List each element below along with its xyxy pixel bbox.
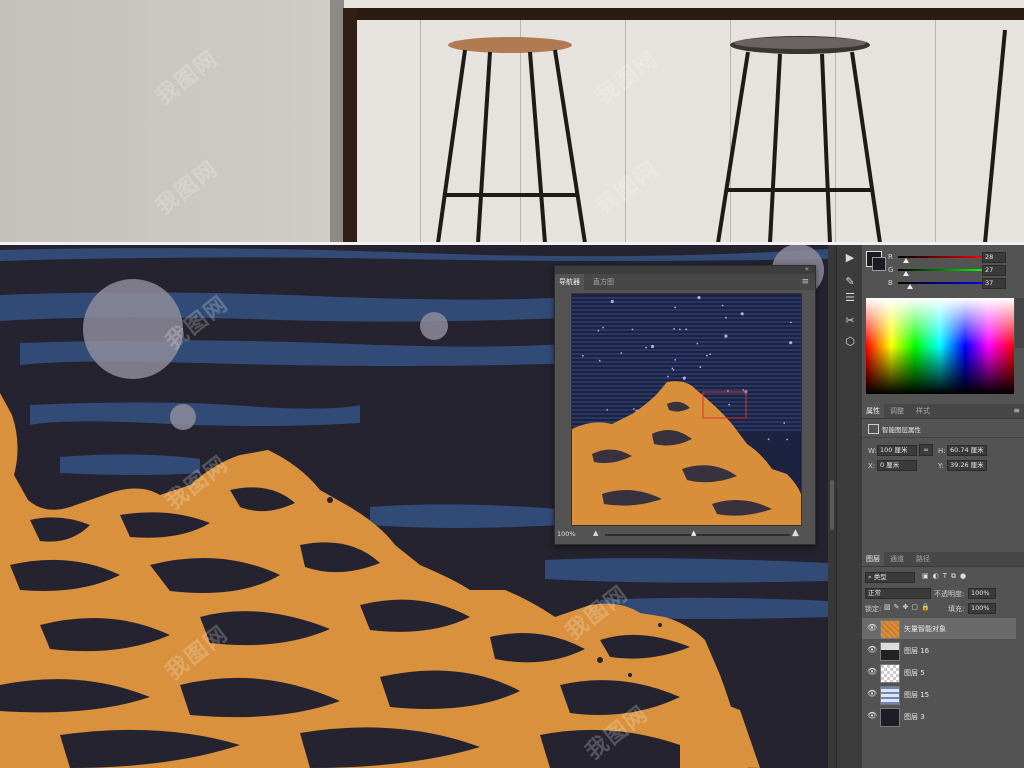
eye-icon[interactable]: 👁 [867,623,877,632]
navigator-footer: 100% ▲ ▲ ▲ [555,528,815,544]
layer-name[interactable]: 图层 16 [904,646,929,656]
navigator-thumbnail [572,294,801,525]
color-panel-scrollbar[interactable] [1015,298,1024,348]
layer-name[interactable]: 图层 5 [904,668,925,678]
layers-list: 👁 矢量智能对象 👁 图层 16 👁 图层 5 👁 图层 15 👁 图层 3 [862,618,1016,768]
layer-row[interactable]: 👁 图层 16 [862,640,1016,661]
layer-row[interactable]: 👁 图层 5 [862,662,1016,683]
w-field[interactable]: 100 厘米 [877,445,917,456]
eye-icon[interactable]: 👁 [867,667,877,676]
h-field[interactable]: 60.74 厘米 [947,445,987,456]
g-slider[interactable] [898,269,984,271]
cube-icon[interactable]: ⬡ [841,333,859,351]
tab-paths[interactable]: 路径 [912,552,934,566]
y-field[interactable]: 39.26 厘米 [947,460,987,471]
lock-label: 锁定: [865,605,882,613]
layer-filter-icons[interactable]: ▣◐T⧉● [922,572,1012,582]
layer-name[interactable]: 矢量智能对象 [904,624,946,634]
layer-thumbnail [880,708,900,727]
color-spectrum[interactable] [866,298,1014,394]
preview-photo: 我图网 我图网 我图网 我图网 [0,0,1024,243]
tab-styles[interactable]: 样式 [912,404,934,418]
eye-icon[interactable]: 👁 [867,711,877,720]
tab-navigator[interactable]: 导航器 [555,274,584,290]
zoom-out-icon[interactable]: ▲ [593,529,598,537]
layer-thumbnail [880,686,900,705]
fill-field[interactable]: 100% [968,603,996,614]
zoom-in-icon[interactable]: ▲ [792,528,799,538]
properties-title: 智能图层属性 [882,426,921,434]
background-color-swatch[interactable] [872,257,886,271]
right-panel: R 28 G 27 B 37 属性 调整 样式 ≡ 智能图层属性 W: 100 … [862,245,1024,768]
navigator-tabs: 导航器 直方图 ≡ [555,274,815,290]
play-icon[interactable]: ▶ [841,249,859,267]
layer-thumbnail [880,620,900,639]
layer-row[interactable]: 👁 图层 3 [862,706,1016,727]
opacity-field[interactable]: 100% [968,588,996,599]
tab-histogram[interactable]: 直方图 [589,274,618,290]
menu-icon[interactable]: ≡ [801,277,809,287]
navigator-panel: « 导航器 直方图 ≡ 100% ▲ ▲ ▲ [554,265,816,545]
g-label: G [888,266,894,274]
layers-tabs: 图层 通道 路径 [862,552,1024,567]
r-value-field[interactable]: 28 [982,252,1006,263]
menu-icon[interactable]: ≡ [1013,406,1020,415]
layer-row[interactable]: 👁 图层 15 [862,684,1016,705]
lock-icons[interactable]: ▨✎✥▢🔒 [884,603,933,611]
g-slider-thumb[interactable] [903,271,909,276]
tab-properties[interactable]: 属性 [862,404,884,418]
smart-object-icon [868,424,879,434]
x-label: X: [868,462,876,470]
layer-row[interactable]: 👁 矢量智能对象 [862,618,1016,639]
b-slider-thumb[interactable] [907,284,913,289]
search-icon: ⌕ [868,573,872,581]
opacity-label: 不透明度: [934,590,965,598]
photo-stools [436,29,1007,243]
layer-filter-kind: 类型 [873,573,887,581]
tab-adjustments[interactable]: 调整 [886,404,908,418]
y-label: Y: [938,462,944,470]
fill-label: 填充: [948,605,965,613]
link-icon[interactable]: ∞ [919,444,933,456]
x-field[interactable]: 0 厘米 [877,460,917,471]
b-value-field[interactable]: 37 [982,278,1006,289]
w-label: W: [868,447,877,455]
layer-thumbnail [880,642,900,661]
eye-icon[interactable]: 👁 [867,689,877,698]
blend-mode-select[interactable]: 正常 [865,588,931,599]
navigator-preview[interactable] [571,293,802,526]
zoom-slider-thumb[interactable]: ▲ [691,529,696,537]
properties-tabs: 属性 调整 样式 ≡ [862,404,1024,419]
r-label: R [888,253,893,261]
scissors-icon[interactable]: ✂ [841,312,859,330]
tab-layers[interactable]: 图层 [862,552,884,566]
layer-thumbnail [880,664,900,683]
b-label: B [888,279,893,287]
zoom-slider-track[interactable] [605,534,790,536]
sliders-icon[interactable]: ☰ [841,289,859,307]
tab-channels[interactable]: 通道 [886,552,908,566]
scrollbar-thumb[interactable] [830,480,834,530]
eye-icon[interactable]: 👁 [867,645,877,654]
layer-name[interactable]: 图层 15 [904,690,929,700]
h-label: H: [938,447,946,455]
layer-filter-select[interactable]: ⌕ 类型 [865,572,915,583]
separator [862,437,1024,438]
canvas-scrollbar[interactable] [828,245,836,768]
layer-name[interactable]: 图层 3 [904,712,925,722]
collapse-icon[interactable]: « [805,265,809,273]
g-value-field[interactable]: 27 [982,265,1006,276]
r-slider[interactable] [898,256,984,258]
navigator-titlebar[interactable]: « [555,265,815,274]
r-slider-thumb[interactable] [903,258,909,263]
zoom-value[interactable]: 100% [557,530,576,538]
panel-tool-strip: ▶ ✎ ☰ ✂ ⬡ [836,245,863,768]
